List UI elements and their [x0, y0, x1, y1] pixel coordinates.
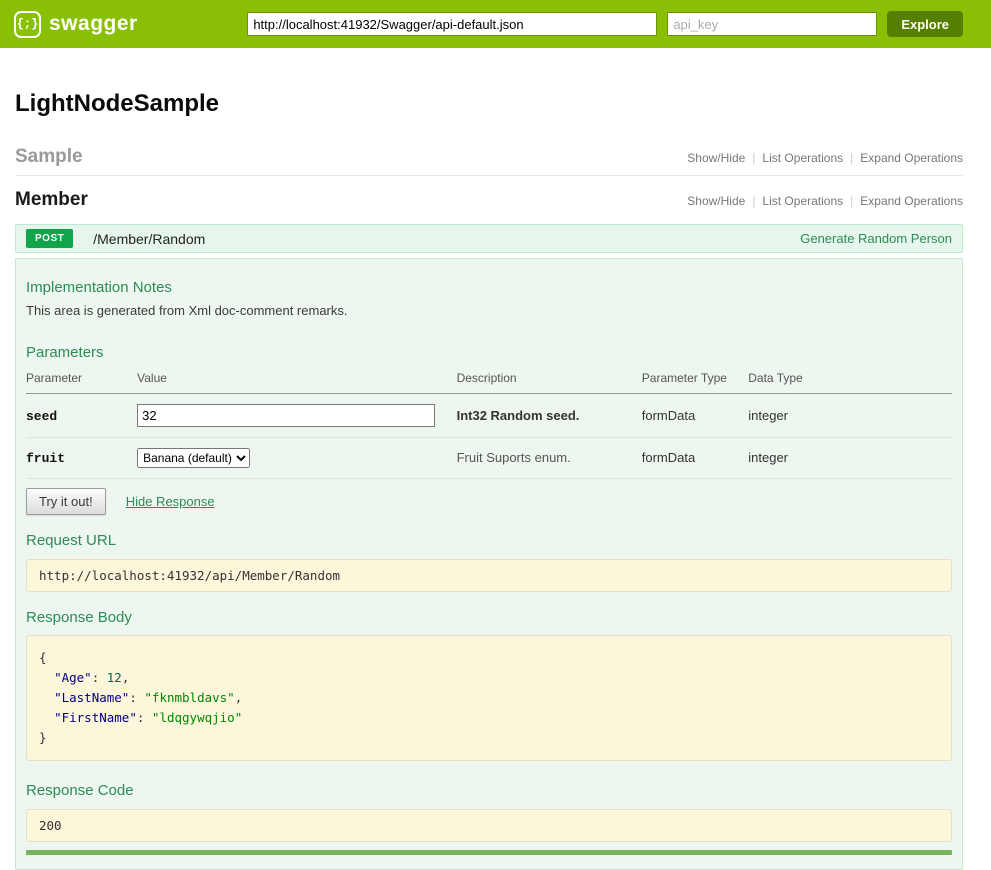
- operation-path[interactable]: /Member/Random: [93, 231, 205, 247]
- request-url-heading: Request URL: [26, 532, 117, 549]
- show-hide-link[interactable]: Show/Hide: [687, 151, 745, 165]
- implementation-notes-text: This area is generated from Xml doc-comm…: [26, 303, 348, 318]
- page-content: LightNodeSample Sample Show/Hide | List …: [0, 90, 991, 870]
- data-type: integer: [748, 450, 788, 465]
- resource-title-sample[interactable]: Sample: [15, 146, 83, 168]
- link-separator: |: [752, 194, 756, 208]
- try-it-out-button[interactable]: Try it out!: [26, 488, 106, 515]
- operation-heading: POST /Member/Random Generate Random Pers…: [15, 224, 963, 253]
- post-method-badge[interactable]: POST: [26, 229, 74, 248]
- parameter-name: seed: [26, 408, 58, 424]
- request-url-value: http://localhost:41932/api/Member/Random: [26, 559, 952, 592]
- link-separator: |: [752, 151, 756, 165]
- show-hide-link[interactable]: Show/Hide: [687, 194, 745, 208]
- response-code-heading: Response Code: [26, 782, 134, 799]
- api-key-input[interactable]: [667, 12, 878, 36]
- swagger-brand[interactable]: {;} swagger: [14, 10, 138, 38]
- expand-operations-link[interactable]: Expand Operations: [860, 194, 963, 208]
- column-header-parameter-type: Parameter Type: [641, 369, 749, 394]
- resource-row-sample: Sample Show/Hide | List Operations | Exp…: [15, 146, 963, 176]
- expand-operations-link[interactable]: Expand Operations: [860, 151, 963, 165]
- parameter-description: Int32 Random seed.: [456, 407, 580, 423]
- column-header-description: Description: [456, 369, 642, 394]
- parameter-row-fruit: fruit Banana (default) Fruit Suports enu…: [26, 437, 952, 479]
- spec-url-input[interactable]: [247, 12, 658, 36]
- resource-links-sample: Show/Hide | List Operations | Expand Ope…: [687, 151, 963, 165]
- column-header-value: Value: [137, 369, 457, 394]
- response-body-pre: { "Age": 12, "LastName": "fknmbldavs", "…: [26, 635, 952, 761]
- list-operations-link[interactable]: List Operations: [762, 151, 843, 165]
- data-type: integer: [748, 407, 788, 423]
- link-separator: |: [850, 194, 854, 208]
- explore-button[interactable]: Explore: [887, 11, 963, 37]
- brand-title: swagger: [49, 12, 138, 35]
- implementation-notes-heading: Implementation Notes: [26, 279, 172, 296]
- actions-row: Try it out! Hide Response: [26, 488, 952, 515]
- explore-form: Explore: [247, 11, 963, 37]
- parameter-type: formData: [641, 407, 696, 423]
- resource-title-member[interactable]: Member: [15, 189, 88, 211]
- cutoff-next-element-bar: [26, 850, 952, 855]
- response-body-heading: Response Body: [26, 609, 132, 626]
- list-operations-link[interactable]: List Operations: [762, 194, 843, 208]
- resource-row-member: Member Show/Hide | List Operations | Exp…: [15, 189, 963, 211]
- parameters-table: Parameter Value Description Parameter Ty…: [26, 369, 952, 479]
- parameters-table-header-row: Parameter Value Description Parameter Ty…: [26, 369, 952, 394]
- resource-links-member: Show/Hide | List Operations | Expand Ope…: [687, 194, 963, 208]
- parameter-type: formData: [641, 450, 696, 465]
- operation-summary-link[interactable]: Generate Random Person: [800, 231, 952, 246]
- parameter-description: Fruit Suports enum.: [456, 450, 571, 465]
- link-separator: |: [850, 151, 854, 165]
- seed-value-input[interactable]: [137, 404, 436, 427]
- swagger-logo-icon: {;}: [14, 10, 41, 38]
- column-header-parameter: Parameter: [26, 369, 138, 394]
- parameter-name: fruit: [26, 451, 66, 466]
- parameters-heading: Parameters: [26, 344, 104, 361]
- fruit-value-select[interactable]: Banana (default): [137, 448, 251, 468]
- hide-response-link[interactable]: Hide Response: [126, 494, 215, 509]
- operation-content-panel: Implementation Notes This area is genera…: [15, 258, 963, 870]
- response-code-value: 200: [26, 809, 952, 842]
- api-title: LightNodeSample: [15, 90, 220, 117]
- top-header-bar: {;} swagger Explore: [0, 0, 991, 48]
- parameter-row-seed: seed Int32 Random seed. formData integer: [26, 393, 952, 438]
- column-header-data-type: Data Type: [748, 369, 952, 394]
